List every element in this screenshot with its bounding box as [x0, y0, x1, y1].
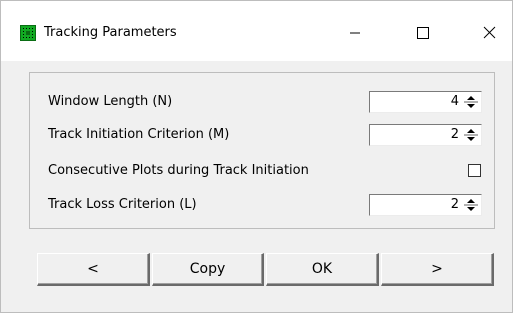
- next-button[interactable]: >: [381, 253, 494, 286]
- spin-arrows-icon[interactable]: [464, 127, 478, 143]
- track-loss-label: Track Loss Criterion (L): [48, 197, 197, 212]
- copy-button[interactable]: Copy: [152, 253, 264, 286]
- previous-button[interactable]: <: [37, 253, 150, 286]
- maximize-icon: [417, 27, 429, 39]
- window-length-label: Window Length (N): [48, 94, 173, 109]
- consecutive-plots-label: Consecutive Plots during Track Initiatio…: [48, 163, 309, 178]
- track-initiation-label: Track Initiation Criterion (M): [48, 127, 230, 142]
- spin-arrows-icon[interactable]: [464, 197, 478, 213]
- close-button[interactable]: [466, 11, 512, 51]
- close-icon: [483, 26, 496, 39]
- consecutive-plots-checkbox[interactable]: [468, 164, 481, 177]
- track-initiation-spinbox[interactable]: 2: [369, 124, 482, 146]
- window-title: Tracking Parameters: [44, 25, 177, 40]
- maximize-button[interactable]: [400, 11, 446, 51]
- minimize-button[interactable]: [332, 11, 378, 51]
- tracking-parameters-dialog: Tracking Parameters Window Length (N) 4: [0, 0, 513, 313]
- spin-arrows-icon[interactable]: [464, 94, 478, 110]
- minimize-icon: [350, 32, 360, 34]
- tracking-grid-icon: [20, 25, 36, 41]
- title-bar[interactable]: Tracking Parameters: [1, 1, 512, 61]
- track-initiation-value[interactable]: 2: [451, 126, 459, 144]
- track-loss-spinbox[interactable]: 2: [369, 194, 482, 216]
- ok-button[interactable]: OK: [266, 253, 379, 286]
- track-loss-value[interactable]: 2: [451, 196, 459, 214]
- window-length-value[interactable]: 4: [451, 93, 459, 111]
- window-length-spinbox[interactable]: 4: [369, 91, 482, 113]
